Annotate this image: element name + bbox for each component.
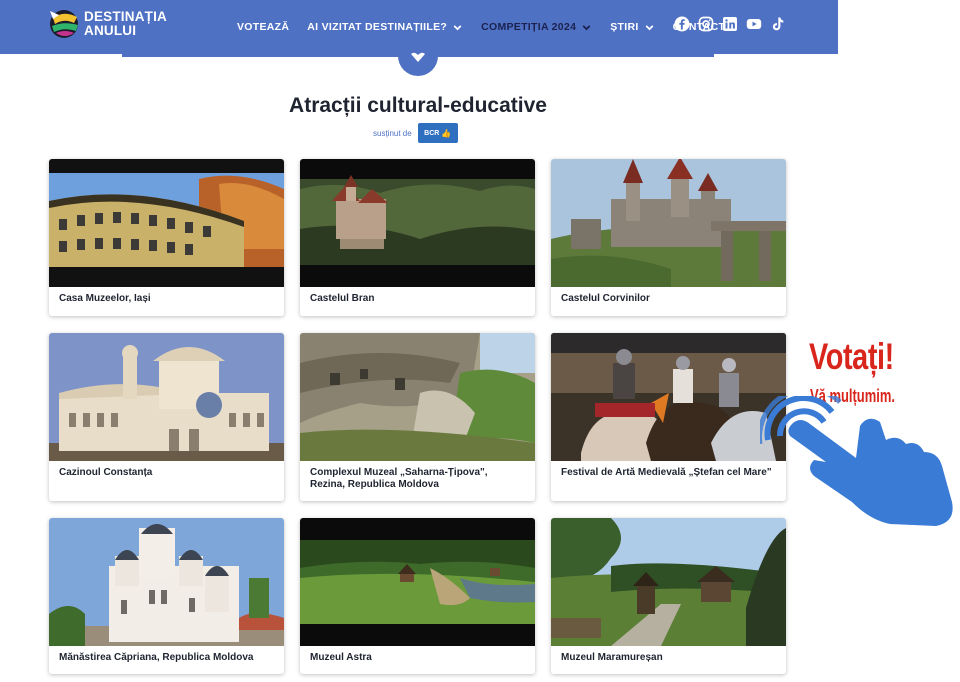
card-caption: Muzeul Astra <box>310 652 372 663</box>
attraction-card[interactable]: Cazinoul Constanța <box>49 333 284 501</box>
facebook-icon[interactable] <box>674 16 690 32</box>
logo-line2: ANULUI <box>84 23 137 38</box>
heart-chevron-icon <box>411 52 425 62</box>
attraction-card[interactable]: Castelul Corvinilor <box>551 159 786 316</box>
card-image-castelul-bran <box>300 159 535 287</box>
site-logo[interactable]: DESTINAȚIA ANULUI <box>47 7 177 45</box>
instagram-icon[interactable] <box>698 16 714 32</box>
attraction-card[interactable]: Castelul Bran <box>300 159 535 316</box>
tap-hand-icon[interactable] <box>760 396 956 530</box>
section-title: Atracții cultural-educative <box>289 94 547 117</box>
card-caption: Casa Muzeelor, Iași <box>59 293 151 304</box>
main-nav: VOTEAZĂ AI VIZITAT DESTINAȚIILE? COMPETI… <box>237 0 743 54</box>
logo-globe-icon <box>50 10 78 38</box>
chevron-down-icon <box>645 24 654 30</box>
card-caption: Festival de Artă Medievală „Ștefan cel M… <box>561 467 772 478</box>
nav-ai-vizitat[interactable]: AI VIZITAT DESTINAȚIILE? <box>307 21 463 33</box>
thumbs-up-icon: 👍 <box>441 128 452 138</box>
card-image-castelul-corvinilor <box>551 159 786 287</box>
nav-voteaza[interactable]: VOTEAZĂ <box>237 21 289 33</box>
attraction-card[interactable]: Muzeul Maramureșan <box>551 518 786 674</box>
card-caption: Castelul Corvinilor <box>561 293 650 304</box>
attraction-card[interactable]: Festival de Artă Medievală „Ștefan cel M… <box>551 333 786 501</box>
card-image-manastirea-capriana <box>49 518 284 646</box>
nav-label: ȘTIRI <box>610 21 639 33</box>
linkedin-icon[interactable] <box>722 16 738 32</box>
nav-label: AI VIZITAT DESTINAȚIILE? <box>307 21 448 33</box>
logo-line1: DESTINAȚIA <box>84 9 167 24</box>
logo-text: DESTINAȚIA ANULUI <box>84 10 167 38</box>
youtube-icon[interactable] <box>746 16 762 32</box>
nav-competitia[interactable]: COMPETIȚIA 2024 <box>481 21 592 33</box>
sponsor-label: susținut de <box>373 128 412 138</box>
vote-cta-title[interactable]: Votați! <box>809 336 894 378</box>
card-image-muzeul-maramuresan <box>551 518 786 646</box>
card-caption: Cazinoul Constanța <box>59 467 153 478</box>
card-image-casa-muzeelor <box>49 159 284 287</box>
sponsor-badge-text: BCR <box>424 129 440 137</box>
attraction-card[interactable]: Casa Muzeelor, Iași <box>49 159 284 316</box>
card-caption: Muzeul Maramureșan <box>561 652 663 663</box>
card-caption: Castelul Bran <box>310 293 375 304</box>
social-links <box>674 16 794 32</box>
card-image-festival-medieval <box>551 333 786 461</box>
card-image-muzeul-astra <box>300 518 535 646</box>
attraction-card[interactable]: Complexul Muzeal „Saharna-Țipova", Rezin… <box>300 333 535 501</box>
card-caption: Complexul Muzeal „Saharna-Țipova", Rezin… <box>310 467 488 490</box>
card-image-saharna-tipova <box>300 333 535 461</box>
sponsor: susținut de BCR 👍 <box>373 123 458 143</box>
card-image-cazinoul-constanta <box>49 333 284 461</box>
card-caption: Mănăstirea Căpriana, Republica Moldova <box>59 652 254 663</box>
sponsor-badge[interactable]: BCR 👍 <box>417 123 458 143</box>
chevron-down-icon <box>453 24 462 30</box>
attraction-card[interactable]: Mănăstirea Căpriana, Republica Moldova <box>49 518 284 674</box>
tiktok-icon[interactable] <box>770 16 786 32</box>
nav-label: VOTEAZĂ <box>237 21 290 33</box>
nav-label: COMPETIȚIA 2024 <box>481 21 577 33</box>
scroll-down-button[interactable] <box>398 38 438 76</box>
attraction-card[interactable]: Muzeul Astra <box>300 518 535 674</box>
chevron-down-icon <box>582 24 591 30</box>
nav-stiri[interactable]: ȘTIRI <box>610 21 654 33</box>
